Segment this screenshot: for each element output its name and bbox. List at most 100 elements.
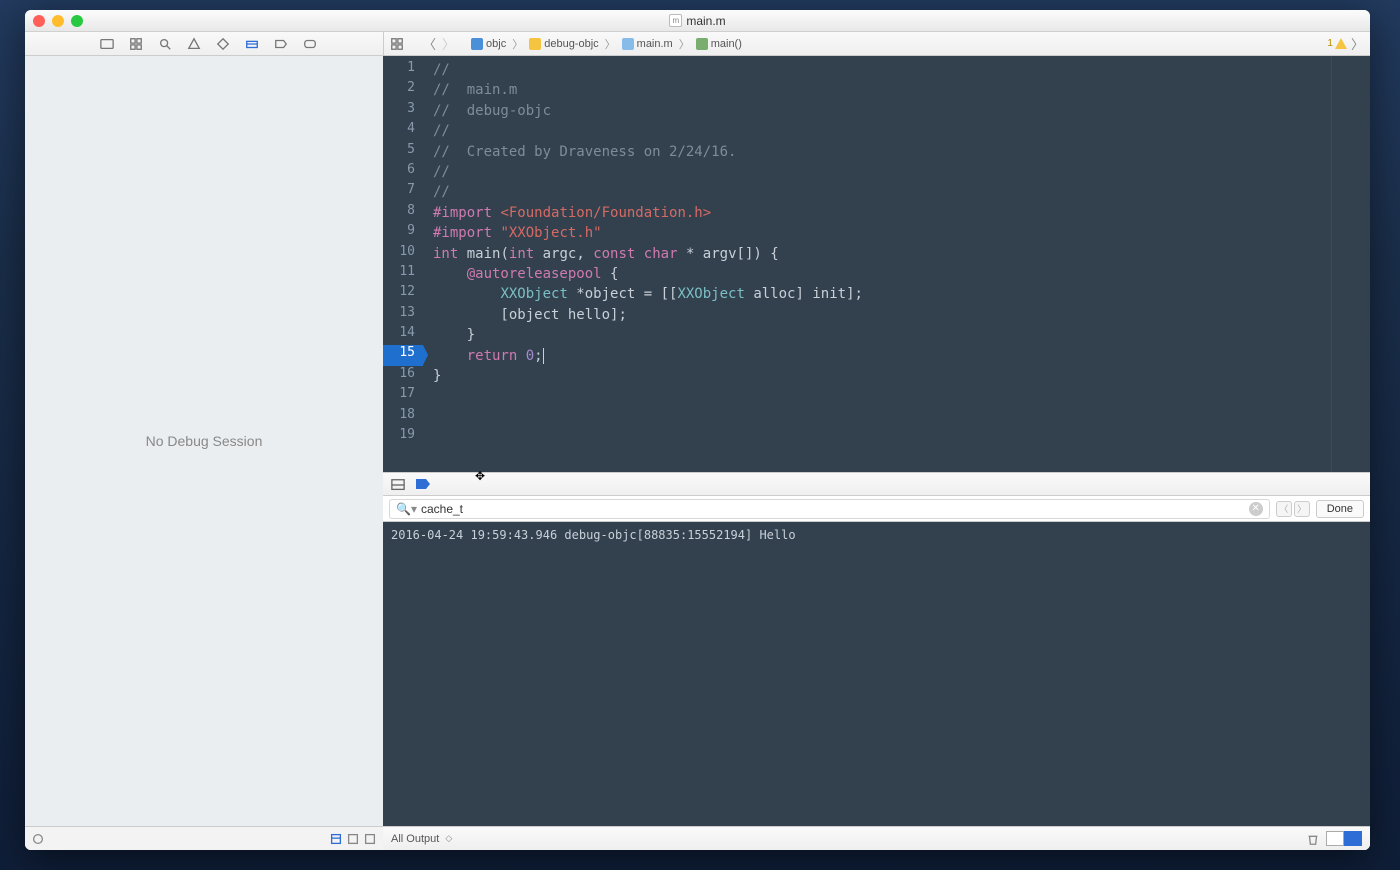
console-pane-button[interactable] [1344, 831, 1362, 846]
gutter-line[interactable]: 14 [383, 325, 423, 345]
pane-toggle [1326, 831, 1362, 846]
debug-toolbar: ✥ [383, 472, 1370, 496]
zoom-window-button[interactable] [71, 15, 83, 27]
issue-nav-icon[interactable] [187, 37, 202, 51]
search-prev-button[interactable]: 〈 [1276, 501, 1292, 517]
gutter-line[interactable]: 10 [383, 244, 423, 264]
report-nav-icon[interactable] [303, 37, 318, 51]
gutter-line[interactable]: 2 [383, 80, 423, 100]
editor-path-bar: 〈 〉 objc 〉 debug-objc 〉 main.m 〉 main() … [383, 32, 1370, 55]
folder-icon [529, 38, 541, 50]
close-window-button[interactable] [33, 15, 45, 27]
search-nav-icon[interactable] [158, 37, 173, 51]
gutter[interactable]: 12345678910111213141516171819 [383, 56, 423, 472]
search-icon: 🔍▾ [396, 502, 417, 516]
code-line[interactable]: // main.m [433, 80, 1370, 100]
done-button[interactable]: Done [1316, 500, 1364, 518]
variables-pane-button[interactable] [1326, 831, 1344, 846]
warning-triangle-icon [1335, 38, 1347, 49]
file-icon: m [669, 14, 682, 27]
filter-button-3[interactable] [363, 832, 377, 846]
code-line[interactable]: @autoreleasepool { [433, 264, 1370, 284]
breadcrumb-item[interactable]: debug-objc [529, 38, 598, 50]
gutter-line[interactable]: 18 [383, 407, 423, 427]
code-line[interactable]: } [433, 325, 1370, 345]
code-line[interactable]: // Created by Draveness on 2/24/16. [433, 142, 1370, 162]
code-line[interactable]: #import <Foundation/Foundation.h> [433, 203, 1370, 223]
gutter-line[interactable]: 6 [383, 162, 423, 182]
code-line[interactable]: // debug-objc [433, 101, 1370, 121]
column-ruler [1331, 56, 1332, 472]
gutter-line[interactable]: 4 [383, 121, 423, 141]
related-items-icon[interactable] [390, 37, 405, 51]
breadcrumb-item[interactable]: main.m [622, 38, 673, 50]
clear-search-icon[interactable]: ✕ [1249, 502, 1263, 516]
debug-nav-icon[interactable] [245, 37, 260, 51]
gutter-line[interactable]: 17 [383, 386, 423, 406]
output-filter-chevron-icon[interactable]: ◇ [445, 833, 452, 844]
console-output[interactable]: 2016-04-24 19:59:43.946 debug-objc[88835… [383, 522, 1370, 826]
gutter-line[interactable]: 9 [383, 223, 423, 243]
window-title: m main.m [669, 14, 725, 28]
gutter-line[interactable]: 16 [383, 366, 423, 386]
code-line[interactable]: // [433, 162, 1370, 182]
next-issue-button[interactable]: 〉 [1351, 34, 1364, 53]
gutter-line[interactable]: 19 [383, 427, 423, 447]
main-area: 12345678910111213141516171819 //// main.… [383, 56, 1370, 850]
filter-button-1[interactable] [329, 832, 343, 846]
console-line: 2016-04-24 19:59:43.946 debug-objc[88835… [391, 528, 1362, 542]
gutter-line[interactable]: 5 [383, 142, 423, 162]
code-line[interactable]: return 0; [433, 346, 1370, 366]
code-editor[interactable]: 12345678910111213141516171819 //// main.… [383, 56, 1370, 472]
gutter-line[interactable]: 3 [383, 101, 423, 121]
warning-count: 1 [1327, 38, 1333, 49]
filter-button-2[interactable] [346, 832, 360, 846]
minimize-window-button[interactable] [52, 15, 64, 27]
test-nav-icon[interactable] [216, 37, 231, 51]
navigator-selector [25, 32, 383, 55]
console-search-bar: 🔍▾ cache_t ✕ 〈 〉 Done [383, 496, 1370, 522]
symbol-nav-icon[interactable] [129, 37, 144, 51]
search-field-wrapper[interactable]: 🔍▾ cache_t ✕ [389, 499, 1270, 519]
code-line[interactable]: } [433, 366, 1370, 386]
folder-nav-icon[interactable] [100, 37, 115, 51]
output-filter-label[interactable]: All Output [391, 833, 439, 845]
gutter-line[interactable]: 7 [383, 182, 423, 202]
xcode-window: m main.m 〈 〉 objc 〉 debug-objc 〉 main.m [25, 10, 1370, 850]
code-line[interactable]: int main(int argc, const char * argv[]) … [433, 244, 1370, 264]
code-line[interactable]: // [433, 121, 1370, 141]
gutter-line[interactable]: 12 [383, 284, 423, 304]
gutter-line[interactable]: 8 [383, 203, 423, 223]
warning-badge[interactable]: 1 [1327, 38, 1347, 49]
function-icon [696, 38, 708, 50]
code-area[interactable]: //// main.m// debug-objc//// Created by … [423, 56, 1370, 472]
code-line[interactable]: [object hello]; [433, 305, 1370, 325]
gutter-line[interactable]: 11 [383, 264, 423, 284]
hide-debug-icon[interactable] [391, 478, 405, 490]
sidebar-filter-bar [25, 826, 383, 850]
drag-handle-icon[interactable]: ✥ [475, 469, 485, 483]
titlebar: m main.m [25, 10, 1370, 32]
nav-forward-button[interactable]: 〉 [442, 34, 455, 53]
breakpoint-nav-icon[interactable] [274, 37, 289, 51]
nav-back-button[interactable]: 〈 [423, 34, 436, 53]
gutter-line[interactable]: 1 [383, 60, 423, 80]
sidebar-empty: No Debug Session [25, 56, 383, 826]
breakpoint-toggle-icon[interactable] [415, 478, 429, 490]
code-line[interactable]: #import "XXObject.h" [433, 223, 1370, 243]
code-line[interactable]: // [433, 60, 1370, 80]
gutter-line[interactable]: 13 [383, 305, 423, 325]
filter-icon[interactable] [31, 832, 45, 846]
code-line[interactable]: // [433, 182, 1370, 202]
breadcrumb-item[interactable]: main() [696, 38, 742, 50]
toolbar-row: 〈 〉 objc 〉 debug-objc 〉 main.m 〉 main() … [25, 32, 1370, 56]
code-line[interactable]: XXObject *object = [[XXObject alloc] ini… [433, 284, 1370, 304]
search-input[interactable]: cache_t [421, 502, 1245, 516]
traffic-lights [33, 15, 83, 27]
content: No Debug Session 12345678910111213141516… [25, 56, 1370, 850]
search-nav: 〈 〉 [1276, 501, 1310, 517]
breadcrumb-item[interactable]: objc [471, 38, 506, 50]
search-next-button[interactable]: 〉 [1294, 501, 1310, 517]
trash-icon[interactable] [1306, 832, 1320, 846]
gutter-line[interactable]: 15 [383, 345, 423, 365]
